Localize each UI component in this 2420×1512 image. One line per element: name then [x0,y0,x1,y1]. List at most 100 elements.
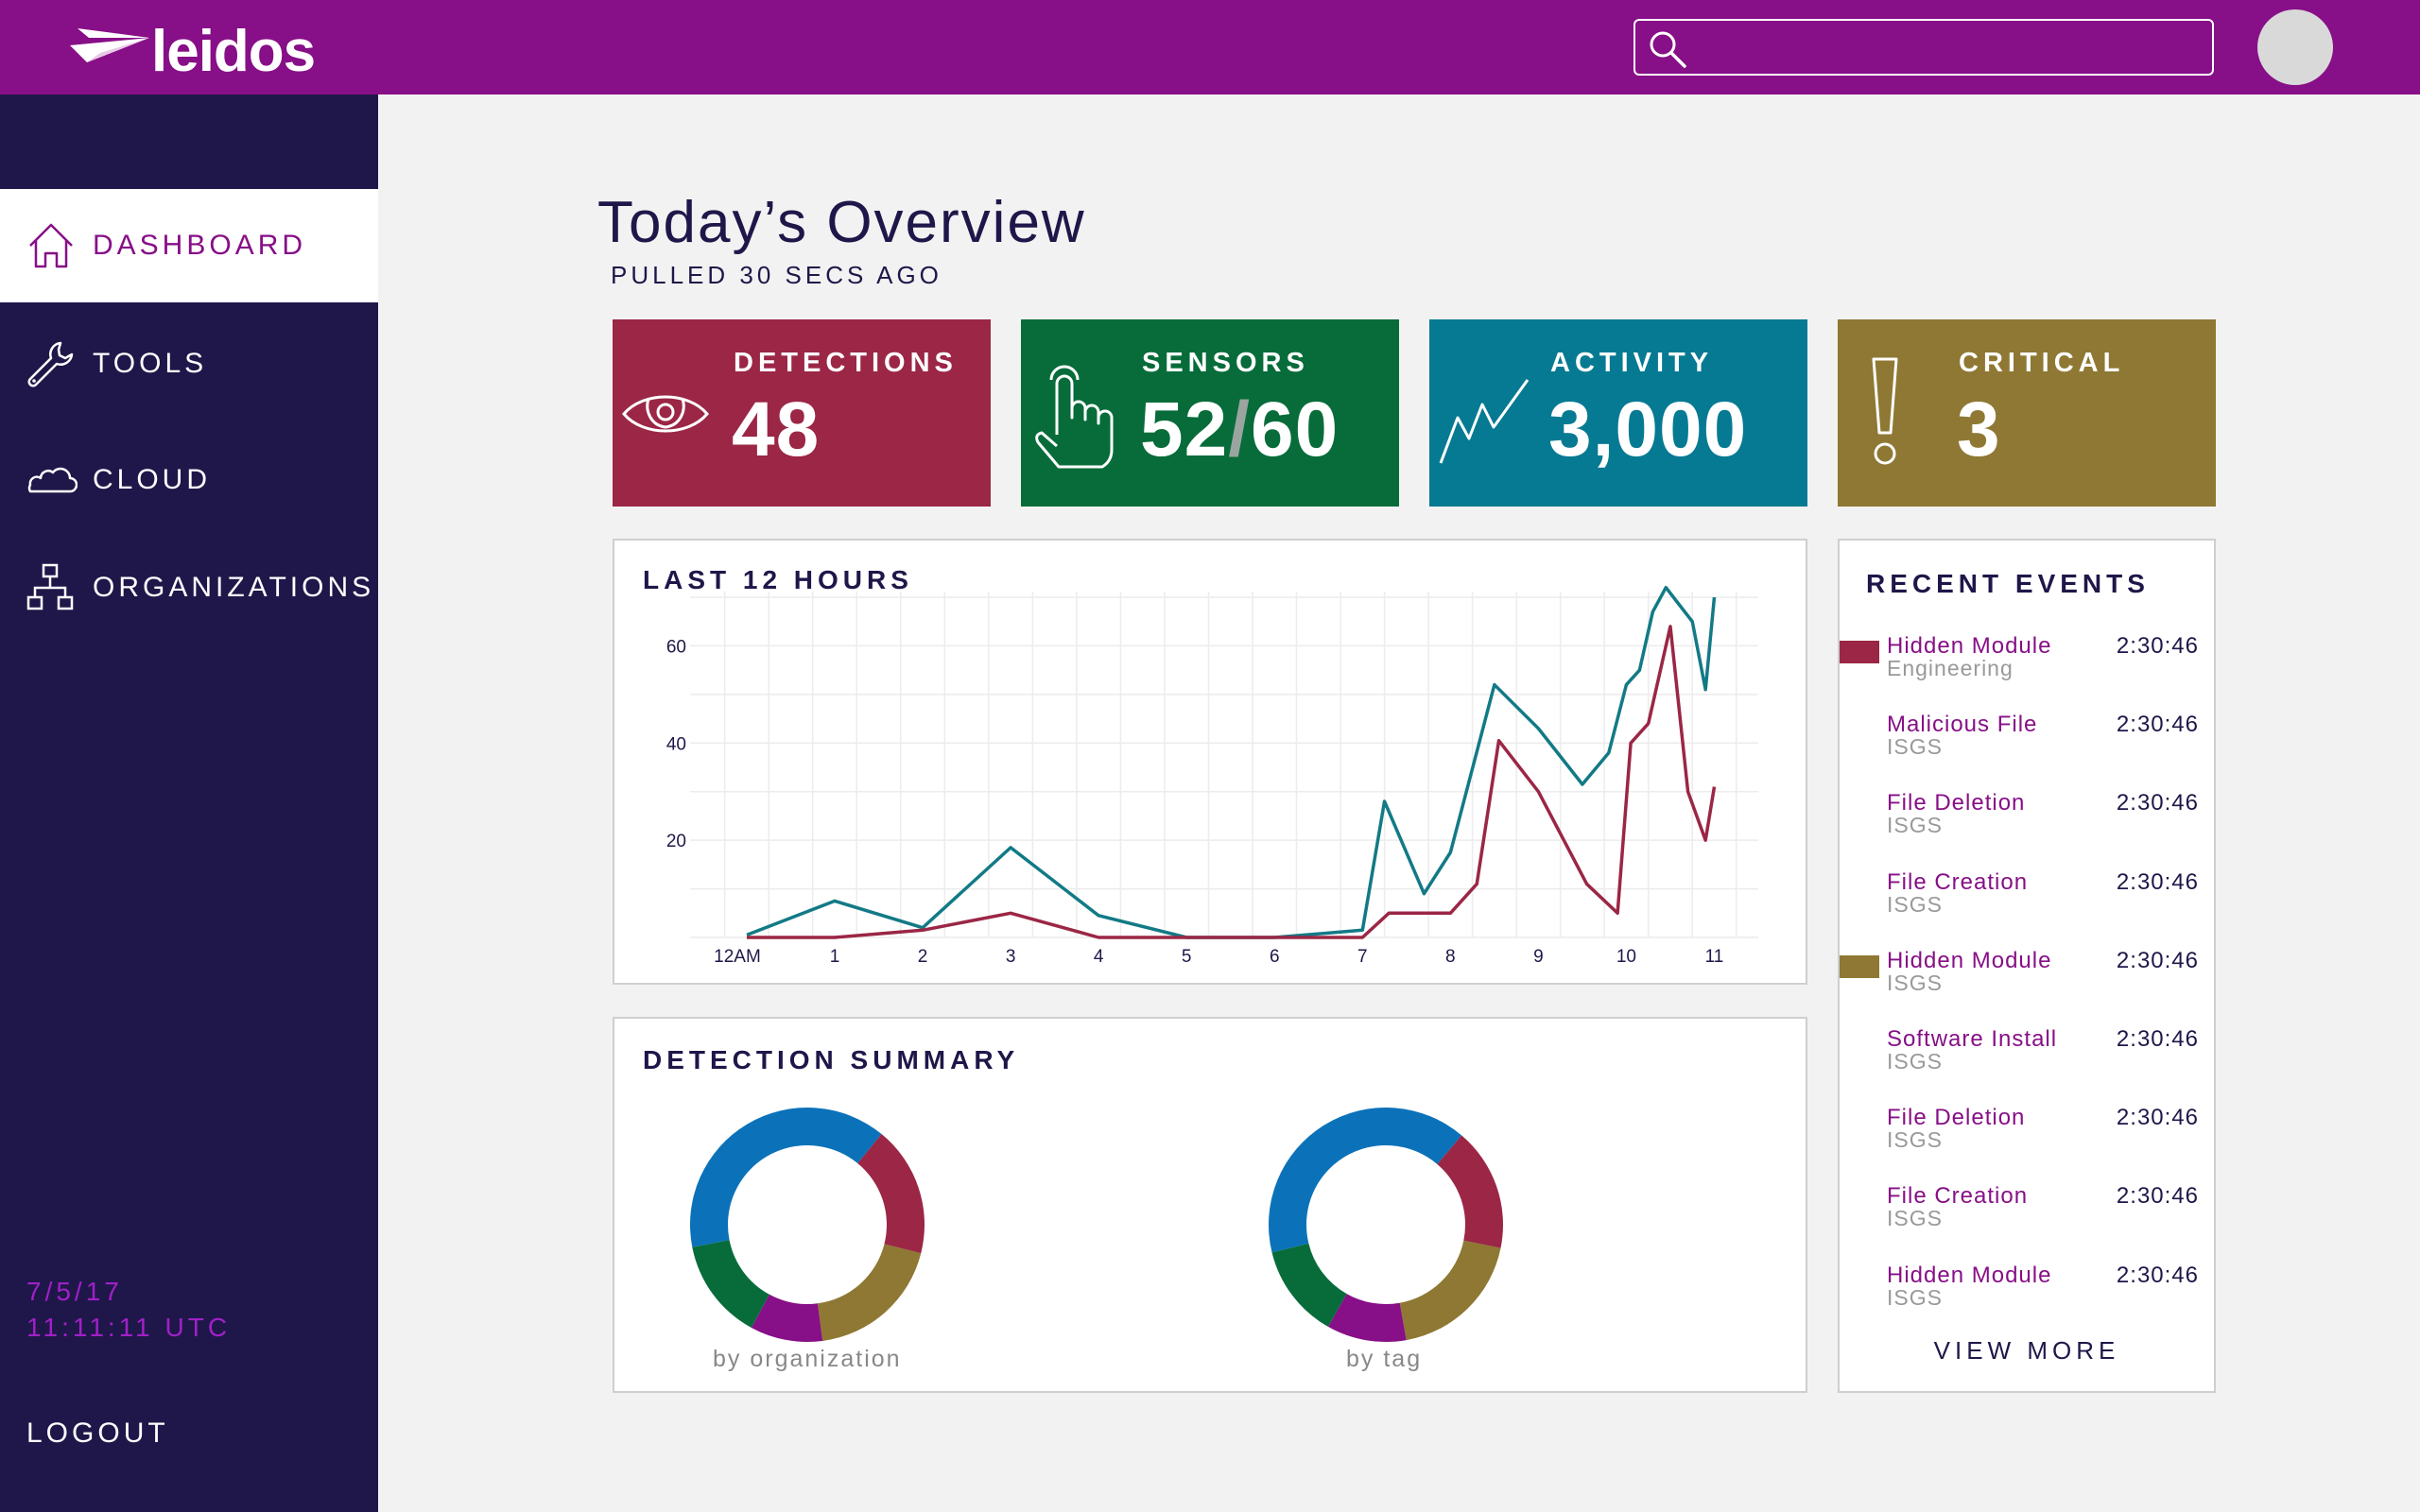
event-organization: ISGS [1887,891,1943,917]
sidebar-item-organizations[interactable]: ORGANIZATIONS [0,531,378,644]
paper-plane-icon [70,28,149,62]
donut-label: by organization [713,1346,902,1372]
sidebar-item-label: TOOLS [93,348,208,379]
x-tick-label: 5 [1182,947,1192,967]
activity-card[interactable]: ACTIVITY 3,000 [1429,319,1807,507]
card-value: 48 [732,387,821,472]
sensors-active-count: 52 [1140,387,1229,472]
line-chart: 20 40 60 12AM 1 2 3 4 5 6 7 8 9 10 11 [666,585,1758,967]
sidebar-item-dashboard[interactable]: DASHBOARD [0,189,378,302]
sidebar-item-label: DASHBOARD [93,230,307,261]
event-row[interactable]: File Creation ISGS 2:30:46 [1840,869,2214,936]
sidebar: DASHBOARD TOOLS CLOUD ORGANIZATIONS 7/5/… [0,94,378,1512]
event-time: 2:30:46 [2116,633,2199,659]
x-tick-label: 11 [1705,947,1724,967]
event-time: 2:30:46 [2116,868,2199,895]
current-date: 7/5/17 [26,1277,123,1306]
donut-label: by tag [1346,1346,1423,1372]
search-icon [1650,31,1686,68]
series-line-1[interactable] [747,625,1717,939]
x-tick-label: 10 [1616,947,1636,967]
card-value: 3,000 [1548,387,1748,472]
event-row[interactable]: Hidden Module ISGS 2:30:46 [1840,948,2214,1014]
x-tick-label: 12AM [714,947,761,967]
event-row[interactable]: File Deletion ISGS 2:30:46 [1840,790,2214,856]
card-label: CRITICAL [1959,348,2125,378]
event-time: 2:30:46 [2116,790,2199,816]
donut-by-tag[interactable] [1263,1102,1509,1348]
event-row[interactable]: Hidden Module ISGS 2:30:46 [1840,1263,2214,1329]
y-tick-label: 40 [666,734,686,754]
event-organization: ISGS [1887,1206,1943,1231]
donut-by-organization[interactable] [684,1102,930,1348]
detections-card[interactable]: DETECTIONS 48 [613,319,991,507]
x-tick-label: 7 [1357,947,1368,967]
event-row[interactable]: Hidden Module Engineering 2:30:46 [1840,633,2214,699]
sensors-separator: / [1228,387,1252,472]
panel-title: DETECTION SUMMARY [643,1045,1020,1074]
search-box[interactable] [1634,19,2214,76]
event-severity-tag [1840,954,1879,978]
recent-events-panel: RECENT EVENTS Hidden Module Engineering 2:… [1838,539,2216,1393]
event-organization: Engineering [1887,656,2014,680]
top-bar: leidos [0,0,2420,94]
page-subtitle: PULLED 30 SECS AGO [611,261,942,289]
event-time: 2:30:46 [2116,712,2199,738]
donut-slice[interactable] [817,1244,922,1341]
x-tick-label: 4 [1094,947,1104,967]
home-icon [25,219,78,272]
event-organization: ISGS [1887,1049,1943,1074]
event-time: 2:30:46 [2116,1105,2199,1131]
sensors-total-count: 60 [1251,387,1340,472]
donut-slice[interactable] [1399,1240,1501,1341]
current-time: 11:11:11 UTC [26,1313,232,1342]
donut-slice[interactable] [857,1134,925,1254]
event-row[interactable]: File Deletion ISGS 2:30:46 [1840,1105,2214,1171]
pointer-hand-icon [1035,365,1114,469]
x-tick-label: 8 [1445,947,1456,967]
logout-button[interactable]: LOGOUT [26,1418,169,1450]
org-chart-icon [25,561,78,614]
card-value: 52/60 [1140,386,1339,474]
sidebar-item-label: ORGANIZATIONS [93,572,375,603]
datetime-display: 7/5/17 11:11:11 UTC [26,1274,231,1346]
event-time: 2:30:46 [2116,947,2199,973]
x-tick-label: 3 [1006,947,1016,967]
card-value: 3 [1957,387,2001,472]
event-row[interactable]: File Creation ISGS 2:30:46 [1840,1183,2214,1249]
panel-title: RECENT EVENTS [1866,569,2150,598]
cloud-icon [25,454,78,507]
last-12-hours-panel: LAST 12 HOURS 20 40 60 12AM 1 2 3 4 5 6 7 8 9 10 11 [613,539,1807,985]
x-tick-label: 1 [830,947,840,967]
event-organization: ISGS [1887,813,1943,838]
event-organization: ISGS [1887,1127,1943,1153]
donut-slice[interactable] [689,1107,882,1247]
card-label: SENSORS [1142,348,1309,378]
event-row[interactable]: Software Install ISGS 2:30:46 [1840,1026,2214,1092]
sidebar-item-tools[interactable]: TOOLS [0,307,378,421]
eye-icon [622,395,709,433]
leidos-logo[interactable]: leidos [68,13,316,85]
event-time: 2:30:46 [2116,1183,2199,1210]
sensors-card[interactable]: SENSORS 52/60 [1021,319,1399,507]
view-more-link[interactable]: VIEW MORE [1840,1336,2214,1366]
event-organization: ISGS [1887,734,1943,760]
event-time: 2:30:46 [2116,1262,2199,1288]
critical-card[interactable]: CRITICAL 3 [1838,319,2216,507]
y-tick-label: 60 [666,637,686,657]
card-label: ACTIVITY [1550,348,1714,378]
sidebar-item-label: CLOUD [93,464,212,495]
user-avatar[interactable] [2257,9,2333,85]
event-organization: ISGS [1887,970,1943,995]
donut-slice[interactable] [1269,1108,1462,1253]
x-tick-label: 9 [1533,947,1544,967]
wrench-icon [25,337,78,390]
detection-summary-panel: DETECTION SUMMARY by organization by tag [613,1017,1807,1393]
donut-slice[interactable] [692,1240,769,1328]
search-input[interactable] [1694,26,2204,68]
sidebar-item-cloud[interactable]: CLOUD [0,423,378,537]
event-severity-tag [1840,641,1879,663]
series-line-0[interactable] [746,585,1717,939]
card-label: DETECTIONS [734,348,958,378]
event-row[interactable]: Malicious File ISGS 2:30:46 [1840,712,2214,778]
